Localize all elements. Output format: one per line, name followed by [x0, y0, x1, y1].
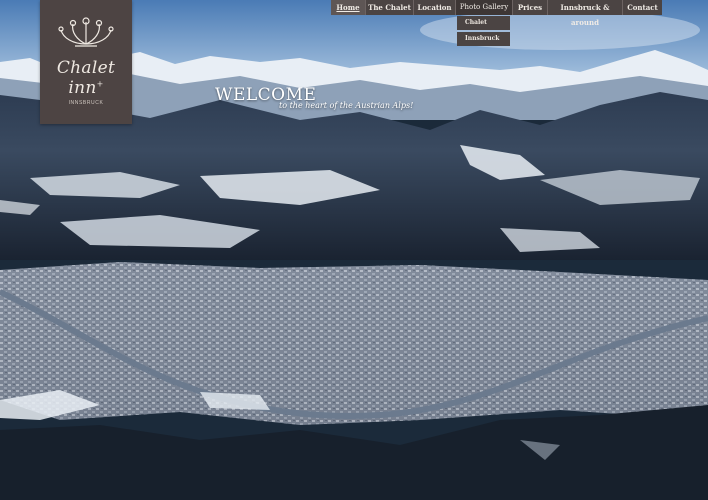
nav-location[interactable]: Location [414, 0, 456, 15]
nav-photo-gallery[interactable]: Photo Gallery [456, 0, 513, 15]
nav-innsbruck-around[interactable]: Innsbruck & around [548, 0, 623, 27]
main-nav: Home The Chalet Location Photo Gallery P… [331, 0, 662, 27]
brand-name: Chalet inn+ [56, 58, 116, 98]
dropdown-item-chalet[interactable]: Chalet [457, 16, 510, 30]
ornamental-flower-icon [58, 17, 114, 47]
nav-the-chalet[interactable]: The Chalet [366, 0, 414, 15]
hero-tagline: to the heart of the Austrian Alps! [279, 101, 414, 110]
dropdown-item-innsbruck[interactable]: Innsbruck [457, 32, 510, 46]
brand-city: INNSBRUCK [68, 100, 104, 106]
site-logo[interactable]: Chalet inn+ INNSBRUCK [40, 0, 132, 124]
gallery-dropdown: Chalet Innsbruck [457, 16, 510, 48]
nav-contact[interactable]: Contact [623, 0, 662, 15]
nav-home[interactable]: Home [331, 0, 366, 15]
nav-prices[interactable]: Prices [513, 0, 548, 15]
